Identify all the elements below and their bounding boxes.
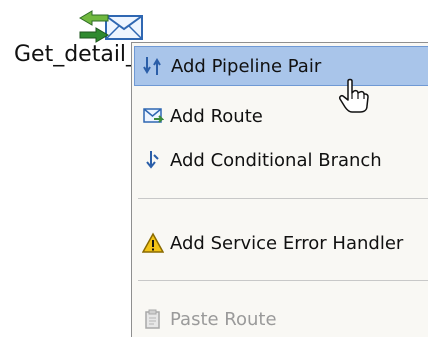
canvas: Get_detail_ Add Pipeline Pair Add Route — [0, 0, 428, 337]
warning-icon — [142, 232, 164, 254]
pipeline-pair-icon — [143, 55, 165, 77]
hand-pointer-icon — [334, 77, 370, 113]
menu-item-add-conditional-branch[interactable]: Add Conditional Branch — [134, 140, 428, 180]
conditional-branch-icon — [142, 149, 164, 171]
menu-separator — [138, 198, 428, 199]
menu-item-paste-route[interactable]: Paste Route — [134, 299, 428, 337]
menu-item-add-pipeline-pair[interactable]: Add Pipeline Pair — [134, 46, 428, 86]
route-icon — [142, 105, 164, 127]
menu-item-label: Add Conditional Branch — [170, 149, 382, 171]
menu-separator — [138, 280, 428, 281]
paste-icon — [142, 308, 164, 330]
context-menu: Add Pipeline Pair Add Route Add Conditio… — [131, 42, 428, 337]
menu-item-add-service-error-handler[interactable]: Add Service Error Handler — [134, 223, 428, 263]
node-label[interactable]: Get_detail_ — [14, 42, 137, 68]
menu-item-label: Add Service Error Handler — [170, 232, 404, 254]
menu-item-add-route[interactable]: Add Route — [134, 96, 428, 136]
menu-item-label: Add Route — [170, 105, 263, 127]
menu-item-label: Add Pipeline Pair — [171, 55, 322, 77]
menu-item-label: Paste Route — [170, 308, 277, 330]
